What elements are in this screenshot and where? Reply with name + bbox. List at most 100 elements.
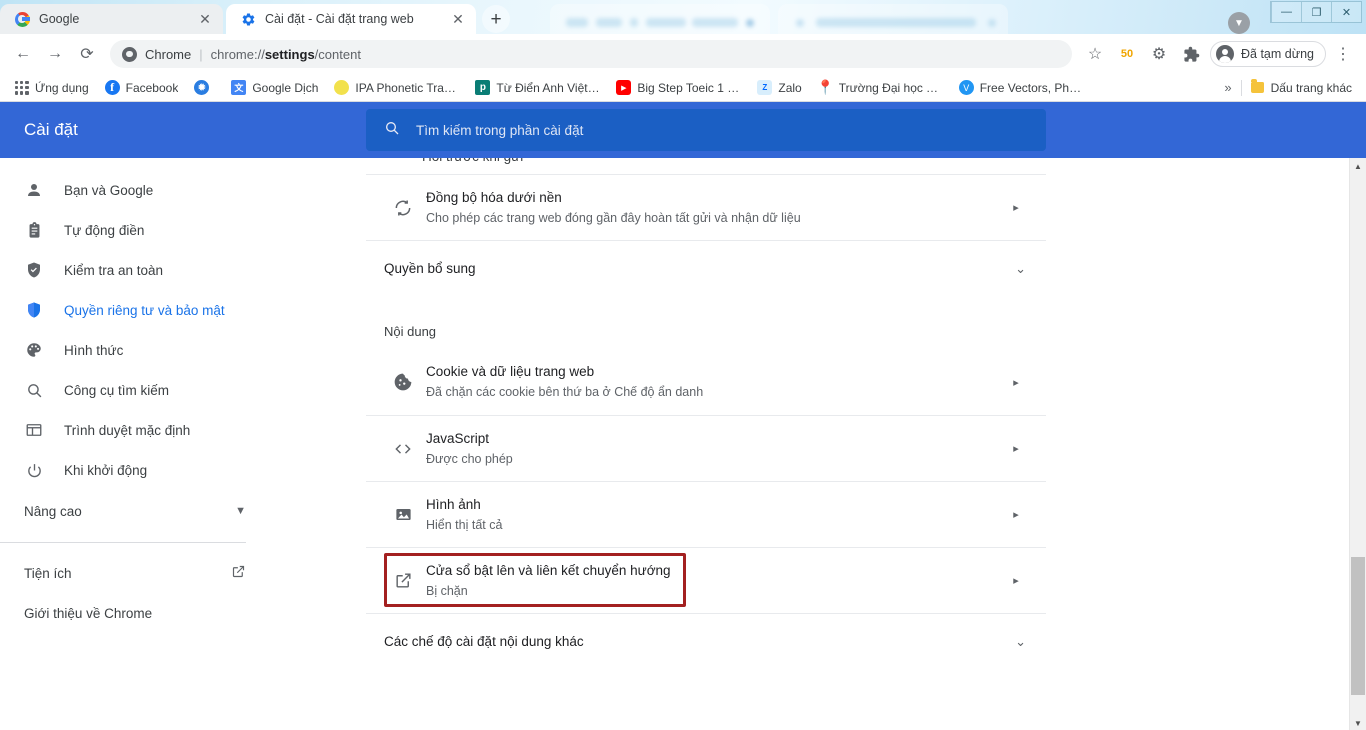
chevron-right-icon[interactable]: ▸ <box>1006 508 1026 521</box>
profile-label: Đã tạm dừng <box>1241 47 1314 61</box>
sidebar: Bạn và Google Tự động điền Kiểm tra an t… <box>0 158 366 730</box>
row-text: Hình ảnh Hiển thị tất cả <box>422 495 1006 535</box>
chevron-right-icon[interactable]: ▸ <box>1006 574 1026 587</box>
minimize-button[interactable]: — <box>1271 2 1301 22</box>
scrollbar-thumb[interactable] <box>1351 557 1365 695</box>
url-suffix: /content <box>315 47 361 62</box>
maximize-button[interactable]: ❐ <box>1301 2 1331 22</box>
bookmark-toeic[interactable]: ▶ Big Step Toeic 1 | P... <box>608 77 749 99</box>
chrome-logo-icon <box>122 47 137 62</box>
puzzle-icon[interactable] <box>1176 39 1206 69</box>
tab-close-icon[interactable]: ✕ <box>197 11 213 28</box>
shield-icon <box>24 300 44 320</box>
bookmarks-bar: Ứng dụng f Facebook ✹ 文 Google Dịch IPA … <box>0 74 1366 102</box>
browser-icon <box>24 420 44 440</box>
sidebar-item-privacy-security[interactable]: Quyền riêng tư và bảo mật <box>0 290 366 330</box>
scrollbar-track[interactable] <box>1350 175 1366 715</box>
clipped-row-ask-before-sending[interactable]: Hỏi trước khi gửi <box>366 158 1046 174</box>
chrome-menu-icon[interactable]: ⋮ <box>1328 39 1358 69</box>
search-input[interactable]: Tìm kiếm trong phần cài đặt <box>366 109 1046 151</box>
row-images[interactable]: Hình ảnh Hiển thị tất cả ▸ <box>366 481 1046 547</box>
row-title: JavaScript <box>426 429 1006 449</box>
bookmark-other-folder[interactable]: Dấu trang khác <box>1242 77 1360 99</box>
tab-title: Google <box>39 12 188 26</box>
row-background-sync[interactable]: Đồng bộ hóa dưới nền Cho phép các trang … <box>366 174 1046 240</box>
extension-gear-icon[interactable]: ⚙ <box>1144 39 1174 69</box>
search-placeholder: Tìm kiếm trong phần cài đặt <box>416 123 583 138</box>
settings-body: Bạn và Google Tự động điền Kiểm tra an t… <box>0 158 1366 730</box>
page-scrollbar[interactable]: ▲ ▼ <box>1349 158 1366 730</box>
chevron-down-icon[interactable]: ⌄ <box>1015 261 1026 277</box>
row-cookies[interactable]: Cookie và dữ liệu trang web Đã chặn các … <box>366 349 1046 415</box>
settings-header: Cài đặt Tìm kiếm trong phần cài đặt <box>0 102 1366 158</box>
sidebar-item-label: Kiểm tra an toàn <box>64 263 163 278</box>
section-label: Các chế độ cài đặt nội dung khác <box>384 634 584 649</box>
chevron-down-icon[interactable]: ⌄ <box>1015 634 1026 650</box>
bookmark-google-dich[interactable]: 文 Google Dịch <box>223 77 326 99</box>
sidebar-item-default-browser[interactable]: Trình duyệt mặc định <box>0 410 366 450</box>
sidebar-item-advanced[interactable]: Nâng cao ▼ <box>0 490 366 532</box>
bookmark-ipa[interactable]: IPA Phonetic Transc... <box>326 77 467 99</box>
row-subtitle: Bị chặn <box>426 582 1006 601</box>
sidebar-item-autofill[interactable]: Tự động điền <box>0 210 366 250</box>
bookmark-vectors[interactable]: V Free Vectors, Photo... <box>951 77 1092 99</box>
back-icon[interactable]: ← <box>8 39 38 69</box>
row-title: Đồng bộ hóa dưới nền <box>426 188 1006 208</box>
bookmark-apps[interactable]: Ứng dụng <box>6 77 97 99</box>
bookmark-zalo[interactable]: Z Zalo <box>749 77 809 99</box>
tab-strip: Google ✕ Cài đặt - Cài đặt trang web ✕ +… <box>0 0 1366 34</box>
bookmarks-overflow-icon[interactable]: » <box>1215 80 1240 95</box>
omnibox-url: chrome://settings/content <box>211 47 361 62</box>
person-icon <box>24 180 44 200</box>
new-tab-button[interactable]: + <box>482 5 510 33</box>
chevron-down-icon: ▼ <box>235 505 246 517</box>
settings-content: Hỏi trước khi gửi Đồng bộ hóa dưới nền C… <box>366 158 1046 730</box>
scroll-down-arrow-icon[interactable]: ▼ <box>1350 715 1366 730</box>
row-javascript[interactable]: JavaScript Được cho phép ▸ <box>366 415 1046 481</box>
image-icon <box>384 505 422 524</box>
shield-check-icon <box>24 260 44 280</box>
tab-close-icon[interactable]: ✕ <box>450 11 466 28</box>
close-window-button[interactable]: ✕ <box>1331 2 1361 22</box>
apps-grid-icon <box>14 80 29 95</box>
bookmark-facebook[interactable]: f Facebook <box>97 77 187 99</box>
row-other-content-settings[interactable]: Các chế độ cài đặt nội dung khác ⌄ <box>366 613 1046 669</box>
chevron-right-icon[interactable]: ▸ <box>1006 201 1026 214</box>
sidebar-item-search-engine[interactable]: Công cụ tìm kiếm <box>0 370 366 410</box>
sidebar-item-appearance[interactable]: Hình thức <box>0 330 366 370</box>
sidebar-link-label: Tiện ích <box>24 566 72 581</box>
download-indicator-icon[interactable]: ▼ <box>1228 12 1250 34</box>
sidebar-item-on-startup[interactable]: Khi khởi động <box>0 450 366 490</box>
sidebar-item-safety-check[interactable]: Kiểm tra an toàn <box>0 250 366 290</box>
row-additional-permissions[interactable]: Quyền bổ sung ⌄ <box>366 240 1046 296</box>
chevron-right-icon[interactable]: ▸ <box>1006 442 1026 455</box>
sidebar-item-about-chrome[interactable]: Giới thiệu về Chrome <box>0 593 366 633</box>
row-popups-redirects[interactable]: Cửa sổ bật lên và liên kết chuyển hướng … <box>366 547 1046 613</box>
chevron-right-icon[interactable]: ▸ <box>1006 376 1026 389</box>
profile-button[interactable]: Đã tạm dừng <box>1210 41 1326 67</box>
power-icon <box>24 460 44 480</box>
sidebar-item-extensions[interactable]: Tiện ích <box>0 553 366 593</box>
popup-icon <box>384 571 422 590</box>
bookmark-star-icon[interactable]: ☆ <box>1080 39 1110 69</box>
bookmark-label: Dấu trang khác <box>1271 81 1352 95</box>
section-label: Quyền bổ sung <box>384 261 476 276</box>
url-prefix: chrome:// <box>211 47 265 62</box>
address-bar[interactable]: Chrome | chrome://settings/content <box>110 40 1072 68</box>
tab-google[interactable]: Google ✕ <box>0 4 223 34</box>
bookmark-dictionary[interactable]: p Từ Điển Anh Việt A... <box>467 77 608 99</box>
forward-icon[interactable]: → <box>40 39 70 69</box>
right-padding <box>1046 158 1366 730</box>
scroll-up-arrow-icon[interactable]: ▲ <box>1350 158 1366 175</box>
extension-badge-icon[interactable]: 50 <box>1112 39 1142 69</box>
blurred-tabs-area <box>510 4 1228 34</box>
row-subtitle: Cho phép các trang web đóng gần đây hoàn… <box>426 209 1006 228</box>
bookmark-university[interactable]: 📍 Trường Đại học Th... <box>810 77 951 99</box>
tab-settings[interactable]: Cài đặt - Cài đặt trang web ✕ <box>226 4 476 34</box>
search-icon <box>384 120 400 140</box>
avatar <box>1216 45 1234 63</box>
search-icon <box>24 380 44 400</box>
reload-icon[interactable]: ⟳ <box>72 39 102 69</box>
sidebar-item-you-and-google[interactable]: Bạn và Google <box>0 170 366 210</box>
bookmark-globe[interactable]: ✹ <box>186 77 223 99</box>
